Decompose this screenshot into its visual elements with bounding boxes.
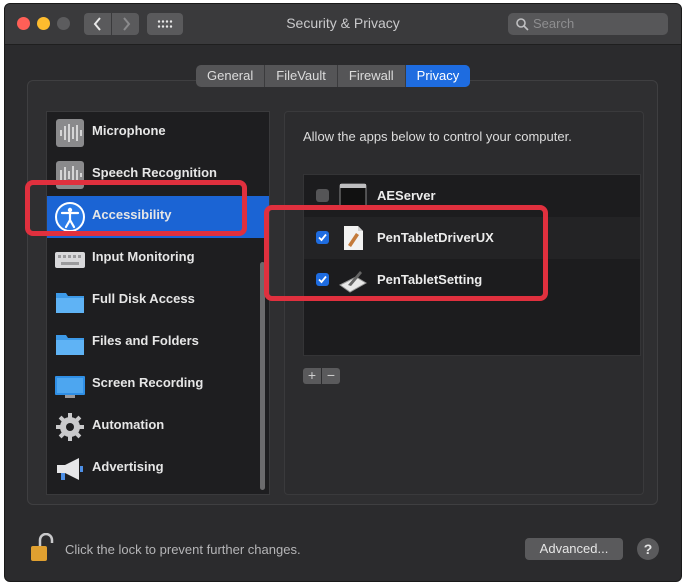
keyboard-icon (55, 252, 85, 268)
panel-description: Allow the apps below to control your com… (303, 129, 572, 144)
folder-icon (56, 335, 84, 355)
tab-bar: General FileVault Firewall Privacy (196, 65, 471, 87)
apps-highlight-box (264, 205, 548, 301)
lock-hint-text: Click the lock to prevent further change… (65, 542, 301, 557)
sidebar-item-label: Input Monitoring (92, 249, 195, 264)
sidebar-item-screen-recording[interactable]: Screen Recording (47, 364, 269, 406)
remove-app-button[interactable]: − (322, 368, 340, 384)
tab-general[interactable]: General (196, 65, 266, 87)
accessibility-apps-panel: Allow the apps below to control your com… (284, 111, 644, 495)
advanced-button[interactable]: Advanced... (525, 538, 623, 560)
sidebar-item-label: Speech Recognition (92, 165, 217, 180)
microphone-icon (56, 119, 84, 147)
title-bar: Security & Privacy Search (5, 4, 681, 45)
sidebar-item-microphone[interactable]: Microphone (47, 112, 269, 154)
tab-filevault[interactable]: FileVault (265, 65, 338, 87)
sidebar-item-label: Full Disk Access (92, 291, 195, 306)
accessibility-highlight-box (25, 180, 247, 236)
search-icon (516, 18, 529, 31)
sidebar-item-label: Microphone (92, 123, 166, 138)
sidebar-item-files-and-folders[interactable]: Files and Folders (47, 322, 269, 364)
lock-icon[interactable] (29, 533, 55, 563)
gear-icon (56, 413, 84, 441)
sidebar-item-automation[interactable]: Automation (47, 406, 269, 448)
security-privacy-window: Security & Privacy Search Microphone Spe… (4, 3, 682, 582)
megaphone-icon (57, 458, 83, 480)
help-button[interactable]: ? (637, 538, 659, 560)
sidebar-item-full-disk-access[interactable]: Full Disk Access (47, 280, 269, 322)
search-field[interactable]: Search (508, 13, 668, 35)
sidebar-item-label: Automation (92, 417, 165, 432)
sidebar-item-advertising[interactable]: Advertising (47, 448, 269, 490)
app-name: AEServer (377, 188, 436, 203)
search-input[interactable]: Search (533, 16, 574, 31)
add-app-button[interactable]: + (303, 368, 321, 384)
privacy-category-list[interactable]: Microphone Speech Recognition Accessibil… (46, 111, 270, 495)
sidebar-item-input-monitoring[interactable]: Input Monitoring (47, 238, 269, 280)
tab-firewall[interactable]: Firewall (338, 65, 406, 87)
app-checkbox[interactable] (316, 189, 329, 202)
sidebar-item-label: Screen Recording (92, 375, 204, 390)
sidebar-item-label: Advertising (92, 459, 164, 474)
sidebar-item-label: Files and Folders (92, 333, 199, 348)
display-icon (55, 376, 85, 398)
tab-privacy[interactable]: Privacy (405, 65, 471, 87)
folder-icon (56, 293, 84, 313)
